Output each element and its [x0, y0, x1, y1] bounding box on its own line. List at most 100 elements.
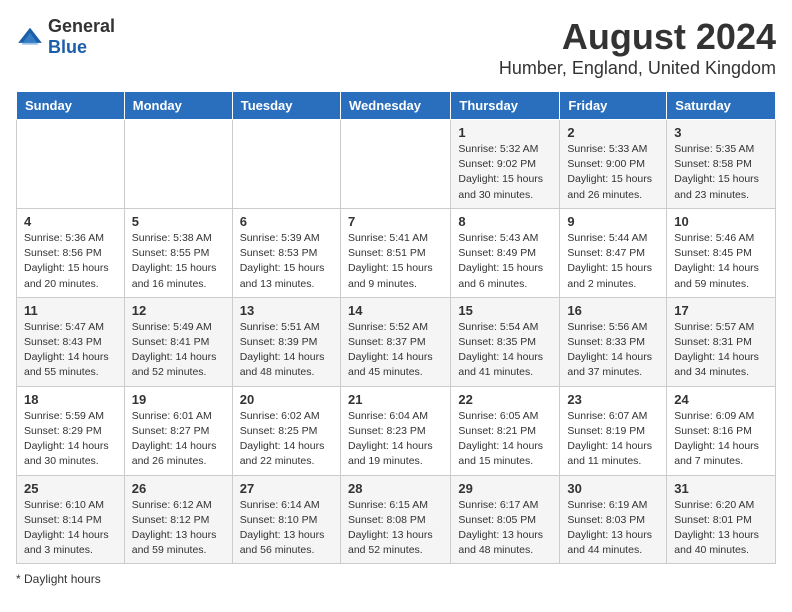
calendar-cell: 17 Sunrise: 5:57 AM Sunset: 8:31 PM Dayli…: [667, 297, 776, 386]
page-subtitle: Humber, England, United Kingdom: [499, 58, 776, 79]
cell-info-text: Sunrise: 5:35 AM Sunset: 8:58 PM Dayligh…: [674, 142, 768, 203]
column-header-wednesday: Wednesday: [340, 92, 450, 120]
cell-info-text: Sunrise: 5:47 AM Sunset: 8:43 PM Dayligh…: [24, 320, 117, 381]
cell-info-text: Sunrise: 6:02 AM Sunset: 8:25 PM Dayligh…: [240, 409, 333, 470]
calendar-table: SundayMondayTuesdayWednesdayThursdayFrid…: [16, 91, 776, 564]
calendar-cell: 10Sunrise: 5:46 AM Sunset: 8:45 PM Dayli…: [667, 208, 776, 297]
cell-date-number: 22: [458, 392, 552, 407]
cell-date-number: 25: [24, 481, 117, 496]
calendar-cell: 18 Sunrise: 5:59 AM Sunset: 8:29 PM Dayli…: [17, 386, 125, 475]
cell-date-number: 7: [348, 214, 443, 229]
logo: General Blue: [16, 16, 115, 58]
calendar-cell: 6 Sunrise: 5:39 AM Sunset: 8:53 PM Daylig…: [232, 208, 340, 297]
cell-info-text: Sunrise: 6:07 AM Sunset: 8:19 PM Dayligh…: [567, 409, 659, 470]
cell-info-text: Sunrise: 5:38 AM Sunset: 8:55 PM Dayligh…: [132, 231, 225, 292]
cell-date-number: 23: [567, 392, 659, 407]
column-header-monday: Monday: [124, 92, 232, 120]
cell-info-text: Sunrise: 6:20 AM Sunset: 8:01 PM Dayligh…: [674, 498, 768, 559]
cell-date-number: 5: [132, 214, 225, 229]
cell-date-number: 27: [240, 481, 333, 496]
calendar-cell: 14 Sunrise: 5:52 AM Sunset: 8:37 PM Dayli…: [340, 297, 450, 386]
cell-info-text: Sunrise: 6:05 AM Sunset: 8:21 PM Dayligh…: [458, 409, 552, 470]
logo-icon: [16, 26, 44, 48]
calendar-cell: [17, 120, 125, 209]
cell-info-text: Sunrise: 5:57 AM Sunset: 8:31 PM Dayligh…: [674, 320, 768, 381]
cell-info-text: Sunrise: 5:54 AM Sunset: 8:35 PM Dayligh…: [458, 320, 552, 381]
calendar-cell: 11 Sunrise: 5:47 AM Sunset: 8:43 PM Dayli…: [17, 297, 125, 386]
calendar-cell: 29 Sunrise: 6:17 AM Sunset: 8:05 PM Dayli…: [451, 475, 560, 564]
calendar-cell: 23 Sunrise: 6:07 AM Sunset: 8:19 PM Dayli…: [560, 386, 667, 475]
cell-info-text: Sunrise: 5:56 AM Sunset: 8:33 PM Dayligh…: [567, 320, 659, 381]
cell-info-text: Sunrise: 5:51 AM Sunset: 8:39 PM Dayligh…: [240, 320, 333, 381]
column-header-sunday: Sunday: [17, 92, 125, 120]
footer-note: * Daylight hours: [16, 572, 776, 586]
cell-date-number: 18: [24, 392, 117, 407]
cell-date-number: 4: [24, 214, 117, 229]
cell-date-number: 1: [458, 125, 552, 140]
week-row-5: 25Sunrise: 6:10 AM Sunset: 8:14 PM Dayli…: [17, 475, 776, 564]
calendar-cell: 8 Sunrise: 5:43 AM Sunset: 8:49 PM Daylig…: [451, 208, 560, 297]
cell-info-text: Sunrise: 6:01 AM Sunset: 8:27 PM Dayligh…: [132, 409, 225, 470]
page-header: General Blue August 2024 Humber, England…: [16, 16, 776, 79]
calendar-cell: 27 Sunrise: 6:14 AM Sunset: 8:10 PM Dayli…: [232, 475, 340, 564]
cell-info-text: Sunrise: 5:39 AM Sunset: 8:53 PM Dayligh…: [240, 231, 333, 292]
cell-info-text: Sunrise: 5:52 AM Sunset: 8:37 PM Dayligh…: [348, 320, 443, 381]
cell-date-number: 9: [567, 214, 659, 229]
logo-text: General Blue: [48, 16, 115, 58]
cell-date-number: 6: [240, 214, 333, 229]
calendar-cell: [340, 120, 450, 209]
cell-date-number: 17: [674, 303, 768, 318]
calendar-cell: 19 Sunrise: 6:01 AM Sunset: 8:27 PM Dayli…: [124, 386, 232, 475]
cell-info-text: Sunrise: 5:59 AM Sunset: 8:29 PM Dayligh…: [24, 409, 117, 470]
calendar-cell: [232, 120, 340, 209]
cell-info-text: Sunrise: 6:17 AM Sunset: 8:05 PM Dayligh…: [458, 498, 552, 559]
cell-date-number: 10: [674, 214, 768, 229]
cell-date-number: 3: [674, 125, 768, 140]
cell-date-number: 14: [348, 303, 443, 318]
week-row-3: 11 Sunrise: 5:47 AM Sunset: 8:43 PM Dayli…: [17, 297, 776, 386]
cell-info-text: Sunrise: 6:09 AM Sunset: 8:16 PM Dayligh…: [674, 409, 768, 470]
cell-date-number: 24: [674, 392, 768, 407]
calendar-cell: 13 Sunrise: 5:51 AM Sunset: 8:39 PM Dayli…: [232, 297, 340, 386]
cell-info-text: Sunrise: 5:44 AM Sunset: 8:47 PM Dayligh…: [567, 231, 659, 292]
calendar-cell: 3 Sunrise: 5:35 AM Sunset: 8:58 PM Daylig…: [667, 120, 776, 209]
cell-date-number: 26: [132, 481, 225, 496]
cell-date-number: 20: [240, 392, 333, 407]
cell-info-text: Sunrise: 6:15 AM Sunset: 8:08 PM Dayligh…: [348, 498, 443, 559]
cell-date-number: 13: [240, 303, 333, 318]
calendar-cell: 31 Sunrise: 6:20 AM Sunset: 8:01 PM Dayli…: [667, 475, 776, 564]
cell-info-text: Sunrise: 5:43 AM Sunset: 8:49 PM Dayligh…: [458, 231, 552, 292]
week-row-2: 4Sunrise: 5:36 AM Sunset: 8:56 PM Daylig…: [17, 208, 776, 297]
logo-general: General: [48, 16, 115, 36]
calendar-cell: 12 Sunrise: 5:49 AM Sunset: 8:41 PM Dayli…: [124, 297, 232, 386]
column-header-tuesday: Tuesday: [232, 92, 340, 120]
cell-info-text: Sunrise: 5:41 AM Sunset: 8:51 PM Dayligh…: [348, 231, 443, 292]
cell-date-number: 21: [348, 392, 443, 407]
cell-date-number: 2: [567, 125, 659, 140]
cell-info-text: Sunrise: 6:14 AM Sunset: 8:10 PM Dayligh…: [240, 498, 333, 559]
calendar-header: SundayMondayTuesdayWednesdayThursdayFrid…: [17, 92, 776, 120]
cell-date-number: 8: [458, 214, 552, 229]
cell-date-number: 28: [348, 481, 443, 496]
cell-info-text: Sunrise: 6:12 AM Sunset: 8:12 PM Dayligh…: [132, 498, 225, 559]
title-block: August 2024 Humber, England, United King…: [499, 16, 776, 79]
calendar-cell: 26 Sunrise: 6:12 AM Sunset: 8:12 PM Dayli…: [124, 475, 232, 564]
logo-blue: Blue: [48, 37, 87, 57]
cell-date-number: 11: [24, 303, 117, 318]
cell-date-number: 19: [132, 392, 225, 407]
column-header-saturday: Saturday: [667, 92, 776, 120]
cell-date-number: 31: [674, 481, 768, 496]
calendar-cell: 30 Sunrise: 6:19 AM Sunset: 8:03 PM Dayli…: [560, 475, 667, 564]
page-title: August 2024: [499, 16, 776, 58]
calendar-cell: 4Sunrise: 5:36 AM Sunset: 8:56 PM Daylig…: [17, 208, 125, 297]
week-row-1: 1Sunrise: 5:32 AM Sunset: 9:02 PM Daylig…: [17, 120, 776, 209]
cell-date-number: 30: [567, 481, 659, 496]
cell-date-number: 12: [132, 303, 225, 318]
cell-date-number: 29: [458, 481, 552, 496]
cell-info-text: Sunrise: 6:04 AM Sunset: 8:23 PM Dayligh…: [348, 409, 443, 470]
cell-info-text: Sunrise: 5:49 AM Sunset: 8:41 PM Dayligh…: [132, 320, 225, 381]
cell-info-text: Sunrise: 5:33 AM Sunset: 9:00 PM Dayligh…: [567, 142, 659, 203]
calendar-cell: 24 Sunrise: 6:09 AM Sunset: 8:16 PM Dayli…: [667, 386, 776, 475]
calendar-cell: 2 Sunrise: 5:33 AM Sunset: 9:00 PM Daylig…: [560, 120, 667, 209]
cell-info-text: Sunrise: 6:19 AM Sunset: 8:03 PM Dayligh…: [567, 498, 659, 559]
